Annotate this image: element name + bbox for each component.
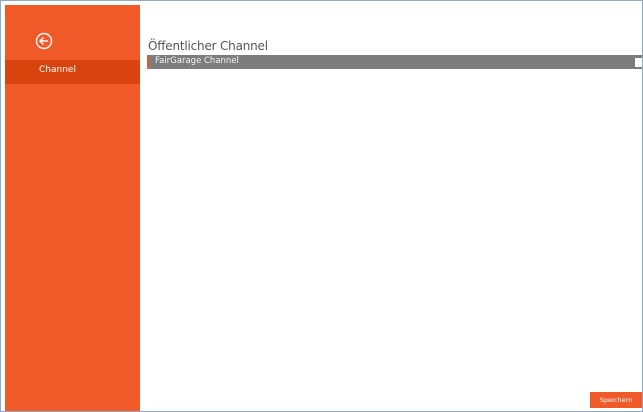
sidebar-item-label: Channel [39, 65, 76, 75]
save-button[interactable]: Speichern [590, 392, 642, 408]
channel-checkbox[interactable] [635, 58, 642, 67]
page-title: Öffentlicher Channel [148, 39, 268, 53]
back-arrow-circle-icon [35, 32, 53, 50]
back-button[interactable] [35, 32, 53, 50]
row-accent-bar [147, 55, 149, 69]
app-window: Channel Öffentlicher Channel FairGarage … [0, 0, 643, 412]
channel-label: FairGarage Channel [155, 56, 239, 66]
sidebar-item-channel[interactable]: Channel [5, 60, 140, 84]
sidebar: Channel [5, 5, 140, 411]
main-content: Öffentlicher Channel FairGarage Channel … [140, 5, 642, 411]
channel-row-fairgarage[interactable]: FairGarage Channel [147, 55, 642, 69]
